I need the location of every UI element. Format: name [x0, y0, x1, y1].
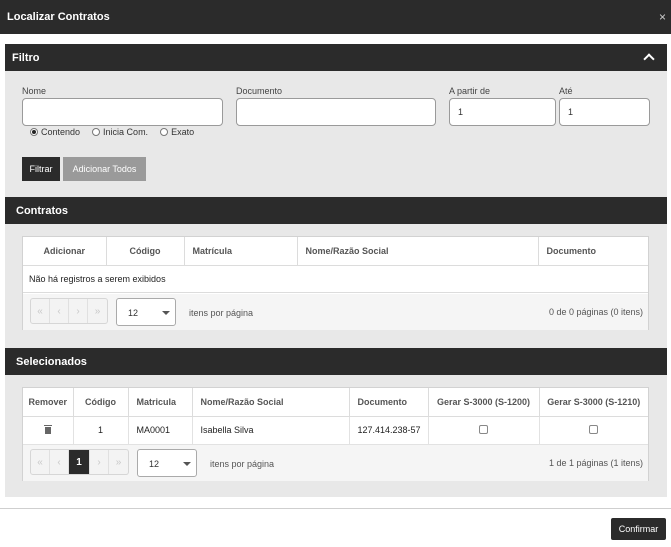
adicionar-todos-button[interactable]: Adicionar Todos [63, 157, 146, 181]
radio-exato-label: Exato [171, 127, 195, 137]
prev-page-button[interactable]: ‹ [50, 299, 69, 323]
close-icon[interactable]: × [659, 10, 666, 24]
contratos-section-header: Contratos [5, 197, 667, 224]
page-size-label: itens por página [189, 308, 254, 318]
current-page-button[interactable]: 1 [69, 450, 90, 474]
documento-input[interactable] [236, 98, 436, 126]
col-gerar-s1200[interactable]: Gerar S-3000 (S-1200) [428, 388, 540, 417]
last-page-button[interactable]: » [109, 450, 128, 474]
col-codigo[interactable]: Código [73, 388, 129, 417]
page-size-value: 12 [128, 308, 139, 318]
first-page-button[interactable]: « [31, 299, 50, 323]
radio-exato[interactable]: Exato [160, 127, 194, 137]
contratos-pager: « ‹ › » 12 itens por página 0 de 0 págin… [23, 294, 648, 330]
page-size-select[interactable]: 12 [116, 298, 176, 326]
pager-info: 0 de 0 páginas (0 itens) [548, 307, 643, 317]
gerar-s1200-cell [428, 416, 540, 445]
contratos-header-row: Adicionar Código Matrícula Nome/Razão So… [23, 237, 648, 266]
footer-divider [0, 508, 671, 509]
trash-icon[interactable] [43, 425, 52, 434]
contratos-table: Adicionar Código Matrícula Nome/Razão So… [23, 237, 648, 266]
documento-label: Documento [236, 86, 283, 96]
nome-input[interactable] [22, 98, 223, 126]
last-page-button[interactable]: » [88, 299, 107, 323]
modal-header: Localizar Contratos × [0, 0, 671, 34]
radio-contendo-label: Contendo [41, 127, 81, 137]
prev-page-button[interactable]: ‹ [50, 450, 69, 474]
page-buttons: « ‹ › » [30, 298, 108, 324]
match-mode-radio-group: Contendo Inicia Com. Exato [30, 127, 194, 137]
page-size-select[interactable]: 12 [137, 449, 197, 477]
empty-message: Não há registros a serem exibidos [23, 265, 648, 293]
next-page-button[interactable]: › [69, 299, 88, 323]
matricula-cell: MA0001 [128, 416, 193, 445]
apartir-label: A partir de [449, 86, 491, 96]
col-documento[interactable]: Documento [349, 388, 429, 417]
page-size-value: 12 [149, 459, 160, 469]
nome-cell: Isabella Silva [192, 416, 350, 445]
caret-down-icon [162, 311, 170, 315]
pager-info: 1 de 1 páginas (1 itens) [548, 458, 643, 468]
gerar-s1200-checkbox[interactable] [479, 424, 488, 434]
selecionados-header-row: Remover Código Matricula Nome/Razão Soci… [23, 388, 648, 417]
radio-contendo[interactable]: Contendo [30, 127, 80, 137]
col-documento[interactable]: Documento [538, 237, 648, 266]
page-size-label: itens por página [210, 459, 275, 469]
first-page-button[interactable]: « [31, 450, 50, 474]
col-codigo[interactable]: Código [106, 237, 185, 266]
remove-cell [23, 416, 74, 445]
radio-inicia-com-label: Inicia Com. [103, 127, 149, 137]
apartir-input[interactable] [449, 98, 556, 126]
documento-cell: 127.414.238-57 [349, 416, 429, 445]
caret-down-icon [183, 462, 191, 466]
ate-input[interactable] [559, 98, 650, 126]
next-page-button[interactable]: › [90, 450, 109, 474]
modal-title: Localizar Contratos [7, 11, 110, 23]
table-row: 1 MA0001 Isabella Silva 127.414.238-57 [23, 416, 648, 445]
selecionados-grid: Remover Código Matricula Nome/Razão Soci… [22, 387, 649, 481]
page-buttons: « ‹ 1 › » [30, 449, 129, 475]
selecionados-table: Remover Código Matricula Nome/Razão Soci… [23, 388, 648, 445]
col-matricula[interactable]: Matricula [128, 388, 193, 417]
col-remover[interactable]: Remover [23, 388, 74, 417]
radio-selected-icon[interactable] [30, 128, 38, 136]
confirmar-button[interactable]: Confirmar [611, 518, 666, 540]
ate-label: Até [559, 86, 573, 96]
col-adicionar[interactable]: Adicionar [23, 237, 107, 266]
contratos-title: Contratos [16, 205, 68, 217]
radio-unselected-icon[interactable] [92, 128, 101, 136]
col-matricula[interactable]: Matrícula [184, 237, 298, 266]
radio-unselected-icon[interactable] [160, 128, 169, 136]
codigo-cell: 1 [73, 416, 129, 445]
radio-inicia-com[interactable]: Inicia Com. [92, 127, 148, 137]
selecionados-title: Selecionados [16, 356, 87, 368]
selecionados-pager: « ‹ 1 › » 12 itens por página 1 de 1 pág… [23, 445, 648, 481]
gerar-s1210-cell [539, 416, 648, 445]
filtro-title: Filtro [12, 52, 40, 64]
col-nome[interactable]: Nome/Razão Social [297, 237, 539, 266]
chevron-up-icon[interactable] [643, 53, 655, 65]
filtro-section-header[interactable]: Filtro [5, 44, 667, 71]
nome-label: Nome [22, 86, 47, 96]
selecionados-section-header: Selecionados [5, 348, 667, 375]
contratos-grid: Adicionar Código Matrícula Nome/Razão So… [22, 236, 649, 330]
col-gerar-s1210[interactable]: Gerar S-3000 (S-1210) [539, 388, 648, 417]
gerar-s1210-checkbox[interactable] [589, 424, 599, 434]
col-nome[interactable]: Nome/Razão Social [192, 388, 350, 417]
filtrar-button[interactable]: Filtrar [22, 157, 60, 181]
